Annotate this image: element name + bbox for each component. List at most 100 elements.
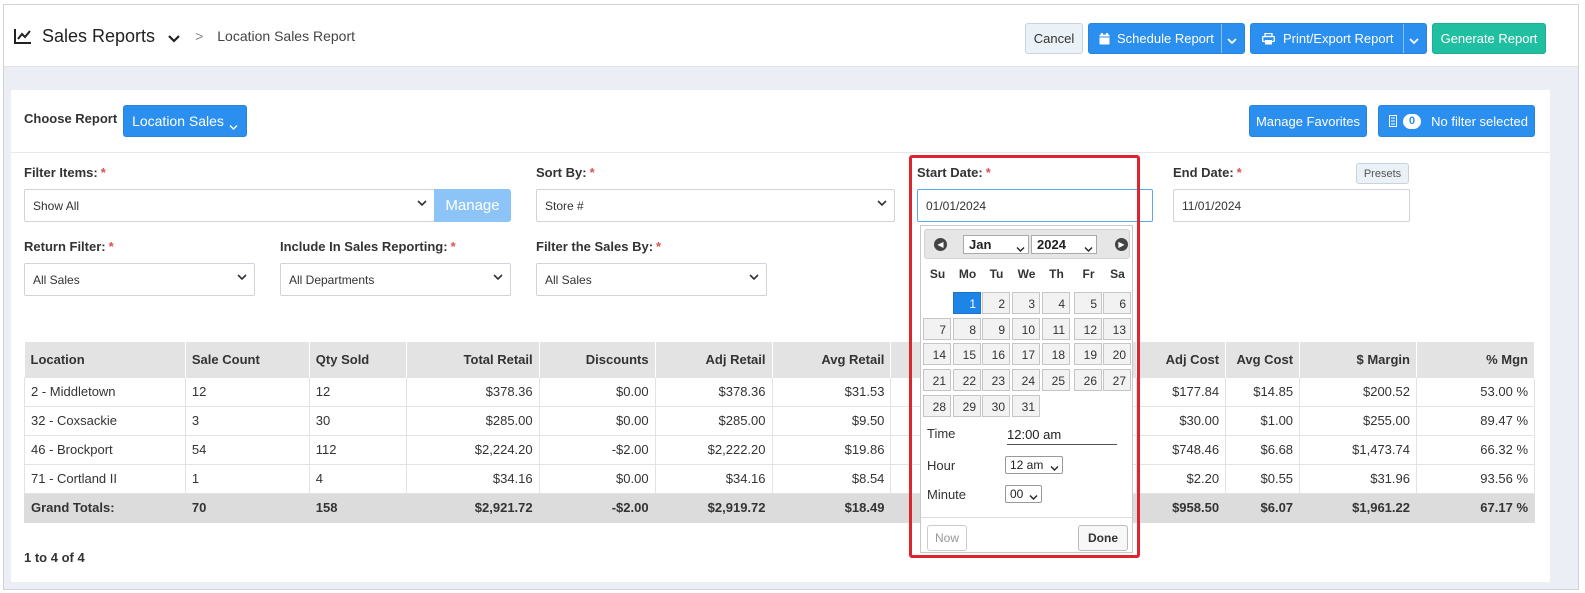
table-cell: $19.86 [771,434,892,465]
table-cell: 71 - Cortland II [24,463,186,494]
table-row[interactable]: 32 - Coxsackie 3 30 $285.00 $0.00 $285.00 $9.5… [24,405,1536,436]
calendar-day[interactable]: 17 [1012,343,1040,365]
column-header[interactable]: $ Margin [1299,342,1417,377]
column-header[interactable]: Discounts [539,342,656,377]
calendar-day[interactable]: 30 [982,395,1010,417]
table-cell: -$2.00 [538,434,656,465]
calendar-day[interactable]: 8 [953,318,981,340]
filter-status-button[interactable]: 0 No filter selected [1378,105,1535,137]
table-cell: 3 [184,405,310,436]
column-header[interactable]: Avg Cost [1225,342,1301,377]
page-title[interactable]: Sales Reports [42,26,155,47]
calendar-day[interactable]: 29 [953,395,981,417]
calendar-day[interactable]: 21 [923,369,951,391]
calendar-day[interactable]: 15 [953,343,981,365]
calendar-day[interactable]: 11 [1042,318,1070,340]
report-type-dropdown[interactable]: Location Sales [123,105,247,137]
start-date-input[interactable]: 01/01/2024 [917,189,1153,222]
calendar-day[interactable]: 1 [953,292,981,314]
cancel-button[interactable]: Cancel [1025,23,1083,54]
calendar-day[interactable]: 7 [923,318,951,340]
calendar-day[interactable]: 4 [1042,292,1070,314]
chevron-down-icon[interactable] [167,31,181,43]
table-cell: $30.00 [1136,405,1227,436]
calendar-day[interactable]: 12 [1074,318,1102,340]
schedule-dropdown-icon[interactable] [1227,33,1237,45]
manage-favorites-button[interactable]: Manage Favorites [1249,105,1367,137]
end-date-label: End Date: * [1173,165,1242,180]
hour-select[interactable]: 12 am [1005,456,1063,474]
return-filter-label: Return Filter: * [24,239,114,254]
generate-report-button[interactable]: Generate Report [1432,23,1546,54]
include-in-sales-select[interactable]: All Departments [280,263,511,296]
print-export-button[interactable]: Print/Export Report [1250,23,1427,54]
month-select[interactable]: Jan [963,235,1029,254]
end-date-input[interactable]: 11/01/2024 [1173,189,1410,222]
column-header[interactable]: Adj Cost [1136,342,1227,377]
column-header[interactable]: % Mgn [1416,342,1536,377]
table-header-row: Location Sale Count Qty Sold Total Retail Di… [24,342,1536,377]
calendar-day[interactable]: 31 [1012,395,1040,417]
filter-sales-by-value: All Sales [545,272,592,287]
year-select[interactable]: 2024 [1031,235,1097,254]
table-cell: 53.00 % [1415,376,1536,407]
calendar-day[interactable]: 9 [982,318,1010,340]
sort-by-value: Store # [545,198,584,213]
calendar-day[interactable]: 24 [1012,369,1040,391]
column-header[interactable]: Location [24,342,186,377]
schedule-report-button[interactable]: Schedule Report [1088,23,1245,54]
done-button[interactable]: Done [1078,525,1128,551]
calendar-day[interactable]: 28 [923,395,951,417]
calendar-day[interactable]: 26 [1074,369,1102,391]
calendar-day[interactable]: 13 [1103,318,1131,340]
filter-sales-by-select[interactable]: All Sales [536,263,767,296]
sort-by-select[interactable]: Store # [536,189,895,222]
calendar-day[interactable]: 27 [1103,369,1131,391]
column-header[interactable]: Avg Retail [772,342,892,377]
calendar-day[interactable]: 20 [1103,343,1131,365]
now-label: Now [934,531,959,545]
table-cell: 12 [308,376,407,407]
time-label: Time [927,426,956,441]
column-header[interactable]: Qty Sold [309,342,407,377]
calendar-day[interactable]: 19 [1074,343,1102,365]
now-button[interactable]: Now [927,525,967,551]
calendar-day[interactable]: 5 [1074,292,1102,314]
calendar-day[interactable]: 3 [1012,292,1040,314]
table-row[interactable]: 71 - Cortland II 1 4 $34.16 $0.00 $34.16 $8.54… [24,463,1536,494]
presets-button[interactable]: Presets [1356,163,1409,184]
calendar-day[interactable]: 25 [1042,369,1070,391]
table-cell: $0.55 [1225,463,1301,494]
filter-status-label: No filter selected [1431,113,1528,129]
calendar-day[interactable]: 18 [1042,343,1070,365]
page: Sales Reports > Location Sales Report Ca… [0,0,1585,593]
calendar-day[interactable]: 16 [982,343,1010,365]
print-dropdown-icon[interactable] [1409,33,1419,45]
next-month-icon[interactable]: ▶ [1115,238,1128,251]
sort-by-label: Sort By: * [536,165,595,180]
column-header[interactable]: Sale Count [185,342,310,377]
column-header[interactable]: Adj Retail [655,342,773,377]
table-cell: 1 [184,463,310,494]
calendar-day[interactable]: 23 [982,369,1010,391]
table-row[interactable]: 2 - Middletown 12 12 $378.36 $0.00 $378.36 $31… [24,376,1536,407]
calendar-day[interactable]: 14 [923,343,951,365]
calendar-day[interactable]: 2 [982,292,1010,314]
column-header[interactable]: Total Retail [406,342,540,377]
minute-select[interactable]: 00 [1005,485,1042,503]
prev-month-icon[interactable]: ◀ [934,238,947,251]
chevron-down-icon [1029,490,1038,504]
calendar-day[interactable]: 22 [953,369,981,391]
calendar-day[interactable]: 6 [1103,292,1131,314]
filter-items-select[interactable]: Show All [24,189,435,222]
chevron-down-icon [229,118,238,130]
calendar-day[interactable]: 10 [1012,318,1040,340]
breadcrumb-separator: > [195,28,204,44]
table-row[interactable]: 46 - Brockport 54 112 $2,224.20 -$2.00 $2,222… [24,434,1536,465]
chevron-down-icon [493,272,503,284]
return-filter-select[interactable]: All Sales [24,263,255,296]
table-cell: $255.00 [1299,405,1417,436]
minute-value: 00 [1010,487,1024,501]
manage-button[interactable]: Manage [434,189,511,222]
totals-cell: $958.50 [1136,492,1227,523]
